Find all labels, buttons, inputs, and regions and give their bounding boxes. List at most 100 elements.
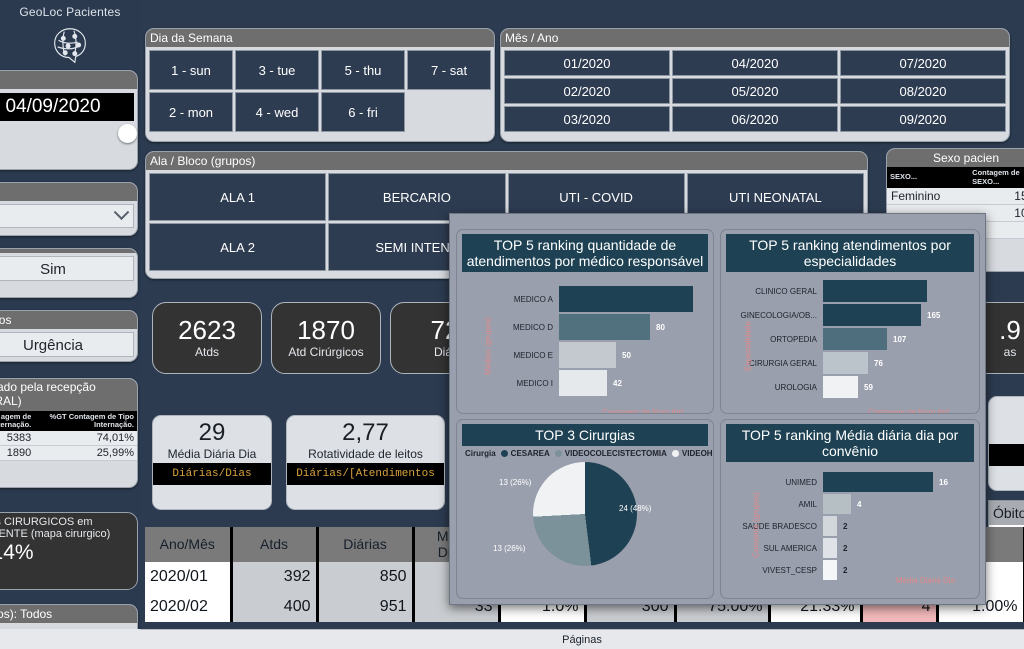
urgency-filter-value[interactable]: Urgência — [0, 332, 134, 357]
month-btn-04[interactable]: 04/2020 — [672, 50, 838, 76]
bar-row-clinico-geral[interactable]: CLINICO GERAL — [735, 280, 979, 303]
group-filter-dropdown[interactable] — [0, 203, 134, 228]
bar-fill[interactable] — [823, 494, 851, 515]
bar-fill[interactable] — [559, 314, 650, 341]
bar-row-medico-d[interactable]: MEDICO D 80 — [471, 314, 713, 341]
bar-value: 4 — [857, 499, 862, 509]
group-filter-panel: os) — [0, 182, 138, 236]
reception-pct: 25,99% — [34, 445, 137, 462]
legend-item-videocolecistectomia[interactable]: VIDEOCOLECISTECTOMIA — [554, 449, 667, 459]
month-btn-07[interactable]: 07/2020 — [840, 50, 1006, 76]
bar-value: 42 — [613, 378, 622, 388]
viz-conv-xlabel: Média Diaria Dia — [895, 576, 955, 586]
bar-label: VIVEST_CESP — [762, 565, 817, 575]
date-slider[interactable] — [0, 124, 137, 144]
bar-fill[interactable] — [823, 352, 868, 375]
bar-value: 2 — [843, 565, 848, 575]
bar-label: AMIL — [798, 499, 817, 509]
deaths-label: Óbitos — [993, 505, 1024, 521]
ward-btn-ala1[interactable]: ALA 1 — [149, 173, 327, 221]
bar-row-ginecologia[interactable]: GINECOLOGIA/OB... 165 — [735, 304, 979, 327]
bar-fill[interactable] — [823, 280, 927, 303]
reception-table: agem de nternação. %GT Contagem de Tipo … — [0, 410, 137, 462]
bar-row-medico-a[interactable]: MEDICO A — [471, 286, 713, 313]
bar-fill[interactable] — [823, 560, 837, 581]
month-btn-09[interactable]: 09/2020 — [840, 106, 1006, 132]
month-btn-06[interactable]: 06/2020 — [672, 106, 838, 132]
weekday-btn-7[interactable]: 7 - sat — [407, 50, 491, 90]
slider-knob-icon[interactable] — [118, 124, 137, 143]
legend-item-cesarea[interactable]: CESAREA — [500, 449, 550, 458]
legend-label: VIDEOCOLECISTECTOMIA — [564, 449, 667, 459]
col-atds[interactable]: Atds — [231, 527, 319, 563]
viz-pie-title: TOP 3 Cirurgias — [462, 424, 708, 447]
bar-row-urologia[interactable]: UROLOGIA 59 — [735, 376, 979, 399]
cell-diarias: 850 — [317, 562, 415, 593]
bar-row-amil[interactable]: AMIL 4 — [735, 494, 979, 515]
dashboard-root: GeoLoc Pacientes 04/09/2020 os) Sim — [0, 0, 1024, 649]
viz-esp-ylabel: Especialidade — [743, 321, 753, 372]
pie-chart[interactable]: 24 (48%) 13 (26%) 13 (26%) — [457, 458, 713, 578]
month-btn-08[interactable]: 08/2020 — [840, 78, 1006, 104]
col-anomes[interactable]: Ano/Mês — [145, 527, 233, 563]
bar-fill[interactable] — [559, 286, 693, 313]
weekday-btn-1[interactable]: 1 - sun — [149, 50, 233, 90]
bar-label: UNIMED — [785, 477, 817, 487]
weekday-btn-6[interactable]: 6 - fri — [321, 92, 405, 132]
weekday-btn-2[interactable]: 2 - mon — [149, 92, 233, 132]
bar-fill[interactable] — [823, 538, 837, 559]
cell-atds: 392 — [231, 562, 319, 593]
legend-title: Cirurgia — [465, 449, 496, 459]
month-btn-05[interactable]: 05/2020 — [672, 78, 838, 104]
weekday-btn-5[interactable]: 5 - thu — [321, 50, 405, 90]
cell-anomes: 2020/02 — [145, 592, 233, 623]
bar-value: 2 — [843, 521, 848, 531]
pie-slices[interactable] — [533, 462, 637, 567]
col-diarias[interactable]: Diárias — [317, 527, 415, 563]
reception-col-pct: %GT Contagem de Tipo Internação. — [34, 410, 137, 432]
bar-fill[interactable] — [823, 376, 858, 399]
weekday-btn-3[interactable]: 3 - tue — [235, 50, 319, 90]
month-btn-01[interactable]: 01/2020 — [504, 50, 670, 76]
viz-popup: TOP 5 ranking quantidade de atendimentos… — [449, 213, 986, 605]
kpi-right-label: as — [1003, 344, 1017, 359]
legend-item-videohisteroscopia[interactable]: VIDEOHISTEROSCOPIA — [671, 449, 713, 458]
sex-count: 1556 — [969, 188, 1024, 206]
month-btn-03[interactable]: 03/2020 — [504, 106, 670, 132]
bar-row-medico-e[interactable]: MEDICO E 50 — [471, 342, 713, 369]
bar-fill[interactable] — [559, 342, 616, 369]
weekday-filter-panel: Dia da Semana 1 - sun 3 - tue 5 - thu 7 … — [145, 28, 495, 142]
surgical-urgent-caption: entos CIRURGICOS em URGENTE (mapa cirurg… — [0, 516, 111, 541]
bar-row-unimed[interactable]: UNIMED 16 — [735, 472, 979, 493]
groups-filter-caption: grupos): Todos — [0, 605, 137, 623]
cell-atds: 400 — [231, 592, 319, 623]
weekday-btn-4[interactable]: 4 - wed — [235, 92, 319, 132]
sex-col-count: Contagem de SEXO... — [969, 167, 1024, 189]
pages-label: Páginas — [562, 633, 602, 646]
bar-row-saude-bradesco[interactable]: SAUDE BRADESCO 2 — [735, 516, 979, 537]
month-btn-02[interactable]: 02/2020 — [504, 78, 670, 104]
kpi-cirurgicos-value: 1870 — [297, 315, 355, 346]
bar-row-sul-america[interactable]: SUL AMERICA 2 — [735, 538, 979, 559]
bar-row-ortopedia[interactable]: ORTOPEDIA 107 — [735, 328, 979, 351]
bar-row-medico-i[interactable]: MEDICO I 42 — [471, 370, 713, 397]
date-value[interactable]: 04/09/2020 — [0, 93, 134, 121]
bar-fill[interactable] — [559, 370, 607, 397]
reception-count: 1890 — [0, 445, 35, 462]
bar-fill[interactable] — [823, 516, 837, 537]
bar-fill[interactable] — [823, 472, 933, 493]
bar-value: 107 — [893, 334, 907, 344]
bar-fill[interactable] — [823, 328, 887, 351]
reception-panel-caption: formado pela recepção (GERAL) — [0, 379, 137, 411]
bar-fill[interactable] — [823, 304, 921, 327]
surgical-urgent-card: entos CIRURGICOS em URGENTE (mapa cirurg… — [0, 512, 138, 590]
monthyear-filter-panel: Mês / Ano 01/2020 04/2020 07/2020 02/202… — [500, 28, 1010, 142]
bar-label: GINECOLOGIA/OB... — [740, 310, 817, 320]
pie-label-cesarea: 24 (48%) — [619, 504, 652, 514]
ward-filter-title: Ala / Bloco (grupos) — [146, 152, 867, 170]
yesno-filter-value[interactable]: Sim — [0, 256, 134, 281]
bar-row-cirurgia-geral[interactable]: CIRURGIA GERAL 76 — [735, 352, 979, 375]
ward-btn-ala2[interactable]: ALA 2 — [149, 223, 327, 271]
reception-panel: formado pela recepção (GERAL) agem de nt… — [0, 378, 138, 488]
reception-col-count: agem de nternação. — [0, 410, 35, 432]
